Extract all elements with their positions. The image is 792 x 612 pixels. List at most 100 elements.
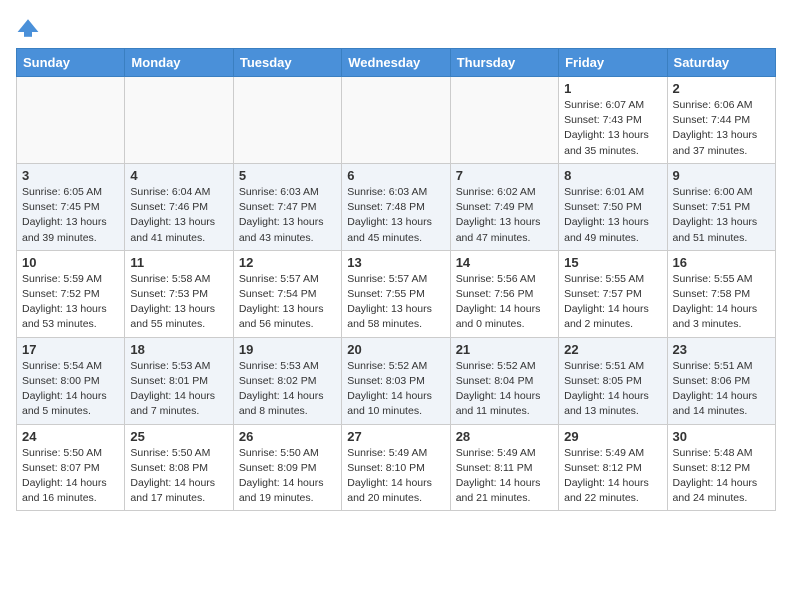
day-cell: 9 Sunrise: 6:00 AMSunset: 7:51 PMDaylight… (667, 163, 775, 250)
day-number: 26 (239, 429, 336, 444)
day-number: 17 (22, 342, 119, 357)
header-cell-wednesday: Wednesday (342, 49, 450, 77)
day-cell: 4 Sunrise: 6:04 AMSunset: 7:46 PMDaylight… (125, 163, 233, 250)
day-cell (450, 77, 558, 164)
day-info: Sunrise: 5:50 AMSunset: 8:07 PMDaylight:… (22, 446, 119, 507)
day-info: Sunrise: 5:52 AMSunset: 8:04 PMDaylight:… (456, 359, 553, 420)
day-info: Sunrise: 5:51 AMSunset: 8:06 PMDaylight:… (673, 359, 770, 420)
day-info: Sunrise: 5:56 AMSunset: 7:56 PMDaylight:… (456, 272, 553, 333)
day-info: Sunrise: 6:06 AMSunset: 7:44 PMDaylight:… (673, 98, 770, 159)
header-cell-saturday: Saturday (667, 49, 775, 77)
day-number: 18 (130, 342, 227, 357)
day-cell (125, 77, 233, 164)
day-number: 15 (564, 255, 661, 270)
day-cell: 26 Sunrise: 5:50 AMSunset: 8:09 PMDayligh… (233, 424, 341, 511)
day-info: Sunrise: 5:59 AMSunset: 7:52 PMDaylight:… (22, 272, 119, 333)
week-row-1: 1Sunrise: 6:07 AMSunset: 7:43 PMDaylight… (17, 77, 776, 164)
day-cell: 15 Sunrise: 5:55 AMSunset: 7:57 PMDayligh… (559, 250, 667, 337)
day-info: Sunrise: 5:49 AMSunset: 8:10 PMDaylight:… (347, 446, 444, 507)
day-info: Sunrise: 5:51 AMSunset: 8:05 PMDaylight:… (564, 359, 661, 420)
header-cell-friday: Friday (559, 49, 667, 77)
day-number: 14 (456, 255, 553, 270)
day-number: 11 (130, 255, 227, 270)
day-cell: 28Sunrise: 5:49 AMSunset: 8:11 PMDayligh… (450, 424, 558, 511)
day-cell: 17 Sunrise: 5:54 AMSunset: 8:00 PMDayligh… (17, 337, 125, 424)
calendar-header: SundayMondayTuesdayWednesdayThursdayFrid… (17, 49, 776, 77)
day-cell: 19 Sunrise: 5:53 AMSunset: 8:02 PMDayligh… (233, 337, 341, 424)
week-row-4: 17 Sunrise: 5:54 AMSunset: 8:00 PMDayligh… (17, 337, 776, 424)
day-number: 29 (564, 429, 661, 444)
day-info: Sunrise: 5:57 AMSunset: 7:55 PMDaylight:… (347, 272, 444, 333)
header-cell-sunday: Sunday (17, 49, 125, 77)
header-cell-monday: Monday (125, 49, 233, 77)
calendar-table: SundayMondayTuesdayWednesdayThursdayFrid… (16, 48, 776, 511)
day-info: Sunrise: 5:49 AMSunset: 8:11 PMDaylight:… (456, 446, 553, 507)
day-info: Sunrise: 6:04 AMSunset: 7:46 PMDaylight:… (130, 185, 227, 246)
day-cell: 12 Sunrise: 5:57 AMSunset: 7:54 PMDayligh… (233, 250, 341, 337)
day-number: 3 (22, 168, 119, 183)
day-cell: 3 Sunrise: 6:05 AMSunset: 7:45 PMDaylight… (17, 163, 125, 250)
day-cell: 27 Sunrise: 5:49 AMSunset: 8:10 PMDayligh… (342, 424, 450, 511)
day-number: 10 (22, 255, 119, 270)
day-info: Sunrise: 5:52 AMSunset: 8:03 PMDaylight:… (347, 359, 444, 420)
day-info: Sunrise: 6:02 AMSunset: 7:49 PMDaylight:… (456, 185, 553, 246)
day-number: 5 (239, 168, 336, 183)
day-info: Sunrise: 5:50 AMSunset: 8:08 PMDaylight:… (130, 446, 227, 507)
week-row-5: 24 Sunrise: 5:50 AMSunset: 8:07 PMDayligh… (17, 424, 776, 511)
day-info: Sunrise: 5:55 AMSunset: 7:57 PMDaylight:… (564, 272, 661, 333)
day-cell: 16Sunrise: 5:55 AMSunset: 7:58 PMDayligh… (667, 250, 775, 337)
header-row: SundayMondayTuesdayWednesdayThursdayFrid… (17, 49, 776, 77)
day-info: Sunrise: 5:58 AMSunset: 7:53 PMDaylight:… (130, 272, 227, 333)
day-info: Sunrise: 6:07 AMSunset: 7:43 PMDaylight:… (564, 98, 661, 159)
day-number: 20 (347, 342, 444, 357)
header-cell-tuesday: Tuesday (233, 49, 341, 77)
day-cell: 23 Sunrise: 5:51 AMSunset: 8:06 PMDayligh… (667, 337, 775, 424)
day-info: Sunrise: 5:49 AMSunset: 8:12 PMDaylight:… (564, 446, 661, 507)
day-number: 27 (347, 429, 444, 444)
day-number: 9 (673, 168, 770, 183)
day-cell: 11 Sunrise: 5:58 AMSunset: 7:53 PMDayligh… (125, 250, 233, 337)
day-info: Sunrise: 6:00 AMSunset: 7:51 PMDaylight:… (673, 185, 770, 246)
day-cell: 8 Sunrise: 6:01 AMSunset: 7:50 PMDaylight… (559, 163, 667, 250)
day-info: Sunrise: 5:57 AMSunset: 7:54 PMDaylight:… (239, 272, 336, 333)
day-cell: 18Sunrise: 5:53 AMSunset: 8:01 PMDayligh… (125, 337, 233, 424)
week-row-3: 10 Sunrise: 5:59 AMSunset: 7:52 PMDayligh… (17, 250, 776, 337)
day-cell: 7 Sunrise: 6:02 AMSunset: 7:49 PMDaylight… (450, 163, 558, 250)
day-info: Sunrise: 6:03 AMSunset: 7:48 PMDaylight:… (347, 185, 444, 246)
day-number: 8 (564, 168, 661, 183)
day-number: 12 (239, 255, 336, 270)
day-cell: 14 Sunrise: 5:56 AMSunset: 7:56 PMDayligh… (450, 250, 558, 337)
day-number: 22 (564, 342, 661, 357)
day-number: 19 (239, 342, 336, 357)
day-cell: 24 Sunrise: 5:50 AMSunset: 8:07 PMDayligh… (17, 424, 125, 511)
header-cell-thursday: Thursday (450, 49, 558, 77)
day-info: Sunrise: 5:54 AMSunset: 8:00 PMDaylight:… (22, 359, 119, 420)
day-number: 25 (130, 429, 227, 444)
day-info: Sunrise: 5:50 AMSunset: 8:09 PMDaylight:… (239, 446, 336, 507)
day-number: 2 (673, 81, 770, 96)
day-info: Sunrise: 6:01 AMSunset: 7:50 PMDaylight:… (564, 185, 661, 246)
day-cell: 22 Sunrise: 5:51 AMSunset: 8:05 PMDayligh… (559, 337, 667, 424)
day-cell: 13 Sunrise: 5:57 AMSunset: 7:55 PMDayligh… (342, 250, 450, 337)
day-cell: 10 Sunrise: 5:59 AMSunset: 7:52 PMDayligh… (17, 250, 125, 337)
day-cell (17, 77, 125, 164)
day-info: Sunrise: 5:55 AMSunset: 7:58 PMDaylight:… (673, 272, 770, 333)
day-number: 23 (673, 342, 770, 357)
day-number: 21 (456, 342, 553, 357)
day-cell: 29 Sunrise: 5:49 AMSunset: 8:12 PMDayligh… (559, 424, 667, 511)
day-info: Sunrise: 5:53 AMSunset: 8:02 PMDaylight:… (239, 359, 336, 420)
day-number: 4 (130, 168, 227, 183)
day-cell: 25 Sunrise: 5:50 AMSunset: 8:08 PMDayligh… (125, 424, 233, 511)
day-cell: 30Sunrise: 5:48 AMSunset: 8:12 PMDayligh… (667, 424, 775, 511)
day-cell: 21 Sunrise: 5:52 AMSunset: 8:04 PMDayligh… (450, 337, 558, 424)
day-info: Sunrise: 6:05 AMSunset: 7:45 PMDaylight:… (22, 185, 119, 246)
logo-icon (16, 16, 40, 40)
day-cell: 6Sunrise: 6:03 AMSunset: 7:48 PMDaylight… (342, 163, 450, 250)
day-number: 24 (22, 429, 119, 444)
day-cell: 20 Sunrise: 5:52 AMSunset: 8:03 PMDayligh… (342, 337, 450, 424)
day-number: 30 (673, 429, 770, 444)
day-cell: 5Sunrise: 6:03 AMSunset: 7:47 PMDaylight… (233, 163, 341, 250)
day-cell (342, 77, 450, 164)
day-number: 7 (456, 168, 553, 183)
day-number: 13 (347, 255, 444, 270)
